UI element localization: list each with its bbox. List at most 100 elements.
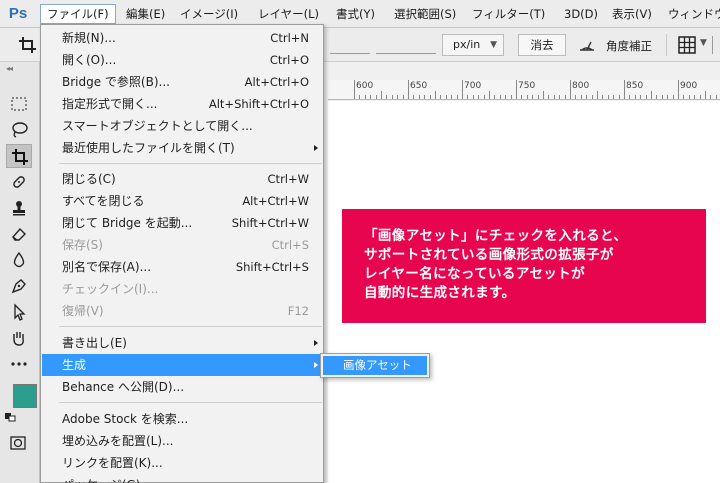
bandage-icon <box>13 176 25 188</box>
stamp-tool[interactable] <box>6 196 32 220</box>
ruler-tick <box>505 95 507 99</box>
menu-item-close[interactable]: 閉じる(C) Ctrl+W <box>42 168 323 190</box>
hand-tool[interactable] <box>6 326 32 350</box>
menu-item-close-all[interactable]: すべてを閉じる Alt+Ctrl+W <box>42 190 323 212</box>
ruler-tick <box>688 95 690 99</box>
menu-item-export[interactable]: 書き出し(E) <box>42 332 323 354</box>
path-selection-tool[interactable] <box>6 300 32 324</box>
lasso-tool[interactable] <box>6 118 32 142</box>
menu-item-label: 書き出し(E) <box>62 336 127 350</box>
more-tools[interactable] <box>6 352 32 376</box>
callout-line: 自動的に生成されます。 <box>364 285 516 301</box>
marquee-tool[interactable] <box>6 92 32 116</box>
eraser-tool[interactable] <box>6 222 32 246</box>
grid-overlay-icon[interactable] <box>678 36 696 54</box>
menu-image[interactable]: イメージ(I) <box>174 4 244 24</box>
menu-item-open-smart-object[interactable]: スマートオブジェクトとして開く... <box>42 115 323 137</box>
ruler-label: 900 <box>680 81 698 91</box>
menu-window[interactable]: ウィンドウ <box>662 4 720 24</box>
units-select[interactable]: px/in ▼ <box>442 34 504 56</box>
menu-type[interactable]: 書式(Y) <box>330 4 381 24</box>
menu-item-shortcut: Ctrl+N <box>270 31 309 45</box>
menu-item-open-as[interactable]: 指定形式で開く... Alt+Shift+Ctrl+O <box>42 93 323 115</box>
crop-tool[interactable] <box>6 144 32 168</box>
ratio-height-field[interactable] <box>330 36 370 54</box>
chevron-down-icon: ▼ <box>490 40 497 50</box>
menu-view[interactable]: 表示(V) <box>606 4 658 24</box>
generate-submenu: 画像アセット <box>320 353 430 378</box>
callout-line: 「画像アセット」にチェックを入れると、 <box>364 228 628 244</box>
foreground-color-swatch[interactable] <box>13 384 37 408</box>
ruler-tick <box>613 95 615 99</box>
menu-filter[interactable]: フィルター(T) <box>466 4 551 24</box>
menu-item-package[interactable]: パッケージ(G)... <box>42 474 323 483</box>
crop-icon[interactable] <box>18 36 38 54</box>
ruler-tick <box>370 95 372 99</box>
menu-item-browse-bridge[interactable]: Bridge で参照(B)... Alt+Ctrl+O <box>42 71 323 93</box>
ruler-tick <box>591 95 593 99</box>
menu-item-label: 保存(S) <box>62 238 103 252</box>
menu-layer[interactable]: レイヤー(L) <box>252 4 325 24</box>
menu-item-place-embedded[interactable]: 埋め込みを配置(L)... <box>42 430 323 452</box>
ruler-tick <box>575 95 577 99</box>
ruler-tick <box>564 95 566 99</box>
chevron-down-icon[interactable]: ▼ <box>700 38 707 48</box>
ruler-tick <box>634 95 636 99</box>
ruler-tick <box>418 95 420 99</box>
menu-item-new[interactable]: 新規(N)... Ctrl+N <box>42 27 323 49</box>
blur-tool[interactable] <box>6 248 32 272</box>
menu-item-label: すべてを閉じる <box>62 194 145 208</box>
menu-separator <box>59 163 322 164</box>
hand-icon <box>13 332 24 346</box>
menu-item-open-recent[interactable]: 最近使用したファイルを開く(T) <box>42 137 323 159</box>
menu-item-label: 別名で保存(A)... <box>62 260 152 274</box>
ruler-tick <box>510 95 512 99</box>
healing-brush-tool[interactable] <box>6 170 32 194</box>
ruler-label: 850 <box>626 81 644 91</box>
ruler-tick <box>440 95 442 99</box>
ruler-label: 650 <box>410 81 428 91</box>
clear-button[interactable]: 消去 <box>518 34 566 56</box>
ruler-tick <box>494 95 496 99</box>
pen-tool[interactable] <box>6 274 32 298</box>
menu-item-shortcut: Alt+Shift+Ctrl+O <box>208 97 309 111</box>
ruler-tick <box>424 95 426 99</box>
ruler-tick <box>537 95 539 99</box>
menu-item-shortcut: Alt+Ctrl+W <box>242 194 309 208</box>
collapse-icon[interactable]: ◂◂ <box>6 64 13 73</box>
ruler-tick <box>521 95 523 99</box>
ruler-tick <box>699 95 701 99</box>
menu-select[interactable]: 選択範囲(S) <box>388 4 462 24</box>
quick-mask-icon[interactable] <box>10 436 26 450</box>
menu-3d[interactable]: 3D(D) <box>558 4 604 24</box>
ruler-tick <box>629 95 631 99</box>
menu-item-search-adobe-stock[interactable]: Adobe Stock を検索... <box>42 408 323 430</box>
ruler-tick <box>580 95 582 99</box>
menu-item-label: 生成 <box>62 358 87 372</box>
straighten-label[interactable]: 角度補正 <box>606 38 652 54</box>
ruler-tick <box>516 80 517 99</box>
menu-item-save-as[interactable]: 別名で保存(A)... Shift+Ctrl+S <box>42 256 323 278</box>
lasso-icon <box>12 122 28 138</box>
menu-item-generate[interactable]: 生成 <box>42 354 323 376</box>
menu-item-close-go-bridge[interactable]: 閉じて Bridge を起動... Shift+Ctrl+W <box>42 212 323 234</box>
straighten-icon[interactable] <box>578 37 596 53</box>
horizontal-ruler: 600 650 700 750 800 850 900 <box>328 80 720 100</box>
callout-line: サポートされている画像形式の拡張子が <box>364 247 614 263</box>
menu-item-shortcut: Ctrl+S <box>271 238 309 252</box>
menu-item-share-behance[interactable]: Behance へ公開(D)... <box>42 376 323 398</box>
menu-edit[interactable]: 編集(E) <box>120 4 171 24</box>
ruler-tick <box>462 80 463 99</box>
menu-item-revert: 復帰(V) F12 <box>42 300 323 322</box>
menu-item-open[interactable]: 開く(O)... Ctrl+O <box>42 49 323 71</box>
ruler-tick <box>375 95 377 99</box>
submenu-item-image-assets[interactable]: 画像アセット <box>323 356 427 375</box>
menu-item-shortcut: F12 <box>287 304 309 318</box>
menu-item-place-linked[interactable]: リンクを配置(K)... <box>42 452 323 474</box>
menu-item-label: Bridge で参照(B)... <box>62 75 170 89</box>
menu-file[interactable]: ファイル(F) <box>40 4 116 24</box>
resolution-field[interactable] <box>376 36 436 54</box>
default-colors-icon[interactable] <box>4 412 18 422</box>
menu-item-label: リンクを配置(K)... <box>62 456 163 470</box>
ruler-tick <box>445 95 447 99</box>
